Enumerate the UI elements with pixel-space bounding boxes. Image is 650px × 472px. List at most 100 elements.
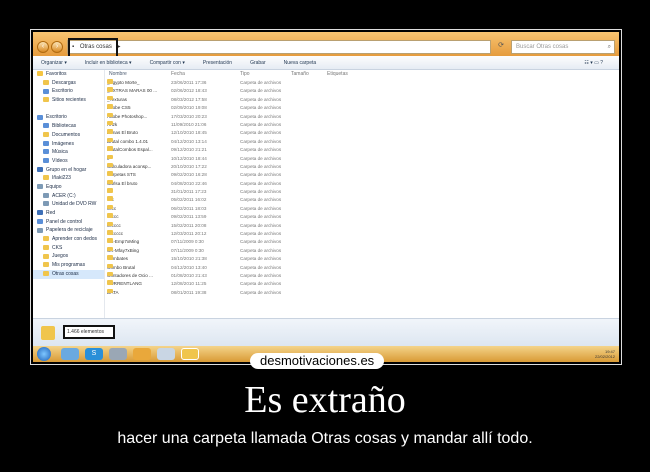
file-type: Carpeta de archivos [240,130,282,136]
nav-item[interactable]: Otras cosas [33,269,104,279]
view-options-icon[interactable]: ☷ ▾ ▭ ? [584,56,603,70]
column-header-row: Nombre Fecha Tipo Tamaño Etiquetas [105,70,619,79]
nav-item[interactable]: ACER (C:) [33,192,104,201]
file-name-cell: _Egypto Morte_ [107,79,171,87]
file-type: Carpeta de archivos [240,256,282,262]
nav-item-label: Equipo [46,183,62,190]
nav-item[interactable]: Papelera de reciclaje [33,226,104,235]
file-row[interactable]: ccc05/02/2011 16:02 Carpeta de archivos [105,196,619,204]
folder-icon [107,255,113,260]
file-row[interactable]: cccccc 15/02/2011 20:08 Carpeta de archivo… [105,221,619,230]
taskbar-app-icon[interactable] [61,348,79,360]
nav-item[interactable]: Favoritos [33,70,104,79]
file-row[interactable]: Adobe CS5 02/09/2010 19:08 Carpeta de arch… [105,104,619,112]
file-row[interactable]: DATA08/01/2011 19:38 Carpeta de archivos [105,288,619,297]
library-icon [43,149,49,155]
file-name-cell: cccc [107,204,171,213]
nav-item[interactable]: Iñaki223 [33,174,104,183]
back-button[interactable]: ‹ [37,41,49,53]
computer-icon [37,227,43,233]
nav-item[interactable]: Unidad de DVD RW [33,200,104,209]
file-row[interactable]: _EXTRAS MARAS 00 ... 02/06/2012 18:43 Carp… [105,87,619,95]
nav-item[interactable]: Equipo [33,183,104,192]
file-row[interactable]: _Texturas 08/03/2012 17:58 Carpeta de arch… [105,95,619,104]
toolbar-item[interactable]: Presentación [203,60,232,66]
nav-item[interactable]: Imágenes [33,140,104,149]
file-row[interactable]: Brutal combo 1.4.01 04/12/2010 13:14 Carpe… [105,137,619,146]
document-icon[interactable] [157,348,175,360]
file-row[interactable]: c10/12/2010 18:44 Carpeta de archivos [105,154,619,163]
file-row[interactable]: Combates 15/10/2010 21:38 Carpeta de archi… [105,255,619,263]
file-date: 15/10/2010 21:38 [171,256,207,262]
toolbar-item[interactable]: Incluir en biblioteca ▾ [85,60,132,66]
file-row[interactable]: CURRENTLANG 12/08/2010 11:25 Carpeta de ar… [105,280,619,288]
nav-item[interactable]: Panel de control [33,218,104,227]
toolbar-item[interactable]: Compartir con ▾ [150,60,185,66]
nav-item-label: Imágenes [52,140,74,147]
nav-item[interactable]: Música [33,148,104,157]
nav-item[interactable]: Bibliotecas [33,122,104,131]
start-button[interactable] [37,347,51,361]
column-date[interactable]: Fecha [171,70,231,79]
system-tray-clock[interactable]: 19:47 22/02/2012 [595,349,615,359]
nav-item[interactable]: Grupo en el hogar [33,166,104,175]
nav-item[interactable]: Documentos [33,131,104,140]
file-rows: _Egypto Morte_ 23/06/2011 17:36 Carpeta de… [105,79,619,297]
address-bar[interactable]: ▪ Otras cosas ▸ [67,40,491,54]
nav-item-label: Panel de control [46,218,83,225]
folder-taskbar-icon[interactable] [181,348,199,360]
nav-item[interactable]: Escritorio [33,113,104,122]
nav-item[interactable]: Juegos [33,252,104,261]
file-row[interactable]: Carpetas STS 09/02/2010 16:28 Carpeta de a… [105,171,619,179]
file-row[interactable]: Adobe Photoshop... 17/03/2010 20:23 Carpet… [105,112,619,121]
column-name[interactable]: Nombre [107,70,171,79]
nav-item[interactable]: CKS [33,244,104,253]
file-row[interactable]: Combo Brutal 04/12/2010 13:40 Carpeta de a… [105,263,619,272]
column-size[interactable]: Tamaño [291,70,321,79]
nav-item[interactable]: Sitios recientes [33,96,104,105]
nav-item[interactable]: Vídeos [33,157,104,166]
chrome-icon[interactable] [133,348,151,360]
star-icon [37,71,43,77]
nav-item-label: ACER (C:) [52,192,76,199]
column-tags[interactable]: Etiquetas [327,70,357,79]
nav-item-label: Escritorio [46,114,67,121]
file-row[interactable]: CK-Mfay7xBing 07/11/2009 0:30 Carpeta de a… [105,246,619,255]
file-row[interactable]: _Egypto Morte_ 23/06/2011 17:36 Carpeta de… [105,79,619,87]
nav-item[interactable]: Aprender con dedos [33,235,104,244]
toolbar-item[interactable]: Nueva carpeta [284,60,317,66]
computer-icon [43,192,49,198]
folder-icon [107,154,113,160]
explorer-icon[interactable] [109,348,127,360]
refresh-icon[interactable]: ⟳ [495,41,507,53]
file-row[interactable]: Contadores de Ocio ... 01/08/2010 21:43 Ca… [105,271,619,280]
file-row[interactable]: Carlsa El bruto 04/08/2010 22:46 Carpeta d… [105,179,619,188]
file-row[interactable]: Calculadora aconsp... 20/10/2010 17:22 Car… [105,162,619,171]
file-row[interactable]: BrutalCombos Espal... 09/12/2010 21:21 Car… [105,146,619,154]
file-row[interactable]: cccc06/02/2011 18:03 Carpeta de archivos [105,204,619,213]
file-row[interactable]: Anzk11/09/2010 21:06 Carpeta de archivos [105,120,619,129]
nav-item[interactable]: Mis programas [33,261,104,270]
file-date: 01/08/2010 21:43 [171,272,207,278]
file-row[interactable]: CK-Emp7xMing 07/11/2009 0:30 Carpeta de ar… [105,238,619,246]
file-row[interactable]: ccccc09/02/2011 13:59 Carpeta de archivos [105,213,619,221]
forward-button[interactable]: › [51,41,63,53]
file-row[interactable]: ccccccc 12/03/2011 20:12 Carpeta de archiv… [105,230,619,238]
toolbar-item[interactable]: Grabar [250,60,266,66]
folder-icon [107,271,113,277]
file-row[interactable]: Armas El Bruto 12/10/2010 18:45 Carpeta de… [105,129,619,137]
file-date: 04/12/2010 13:40 [171,264,207,270]
toolbar-item[interactable]: Organizar ▾ [41,60,67,66]
folder-icon [107,95,113,101]
search-input[interactable]: Buscar Otras cosas ⌕ [511,40,615,54]
skype-icon[interactable]: S [85,348,103,360]
nav-item-label: Música [52,149,68,156]
file-type: Carpeta de archivos [240,96,282,102]
file-type: Carpeta de archivos [240,147,282,153]
nav-item[interactable]: Descargas [33,79,104,88]
nav-item[interactable]: Red [33,209,104,218]
file-row[interactable]: cc31/01/2011 17:23 Carpeta de archivos [105,188,619,196]
nav-item-label: Papelera de reciclaje [46,227,93,234]
file-type: Carpeta de archivos [240,155,282,161]
nav-item[interactable]: Escritorio [33,87,104,96]
